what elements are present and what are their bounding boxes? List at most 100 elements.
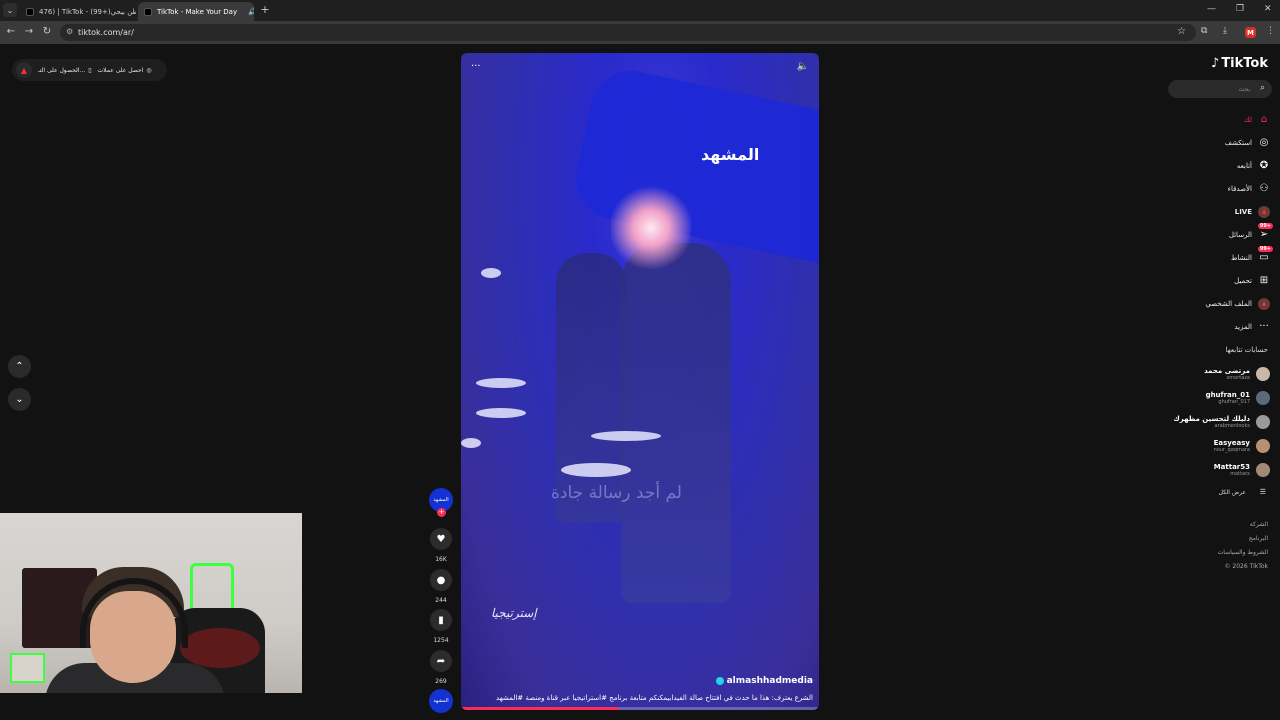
friends-icon: ⚇ xyxy=(1259,183,1269,194)
floor-light xyxy=(476,378,526,388)
video-player[interactable]: المشهد ··· 🔈 لم أجد رسالة جادة إسترتيجيا… xyxy=(461,53,819,710)
following-account[interactable]: ghufran_01 ghufran_017 xyxy=(1160,386,1270,410)
previous-video-button[interactable]: ⌃ xyxy=(8,355,31,378)
following-account[interactable]: دليلك لتحسين مظهرك arabmenlooks xyxy=(1160,410,1270,434)
floor-light xyxy=(476,408,526,418)
account-avatar xyxy=(1256,463,1270,477)
floor-light xyxy=(461,438,481,448)
chevron-up-icon: ⌃ xyxy=(15,361,24,372)
sidebar-item-friends[interactable]: الأصدقاء ⚇ xyxy=(1160,177,1270,200)
extensions-icon[interactable]: ⧉ xyxy=(1201,26,1207,36)
next-video-button[interactable]: ⌄ xyxy=(8,388,31,411)
browser-tab-1[interactable]: 476) | TikTok - (99+)وطن بيجي × xyxy=(20,2,136,21)
activity-badge: 99+ xyxy=(1257,245,1273,252)
address-bar[interactable]: ⚙ tiktok.com/ar/ ☆ xyxy=(60,24,1196,41)
tab-search-button[interactable]: ⌄ xyxy=(3,3,17,17)
profile-avatar[interactable]: M xyxy=(1245,27,1256,38)
save-button[interactable]: ▮ 1254 xyxy=(428,609,454,644)
browser-toolbar: ← → ↻ ⚙ tiktok.com/ar/ ☆ ⧉ ⤓ M ⋮ xyxy=(0,21,1280,44)
comment-button[interactable]: ● 244 xyxy=(428,569,454,604)
sidebar-footer: الشركة البرنامج الشروط والسياسات © 2026 … xyxy=(1218,521,1268,577)
home-icon: ⌂ xyxy=(1260,114,1268,125)
sidebar-item-live[interactable]: LIVE ▲ xyxy=(1160,200,1270,223)
forward-icon[interactable]: → xyxy=(23,26,35,37)
activity-icon: ▭ 99+ xyxy=(1257,245,1273,263)
video-author[interactable]: almashhadmedia xyxy=(715,676,813,686)
new-tab-button[interactable]: + xyxy=(259,3,271,16)
video-more-icon[interactable]: ··· xyxy=(471,61,481,72)
share-count: 269 xyxy=(435,678,447,685)
see-all-button[interactable]: عرض الكل xyxy=(1219,489,1246,496)
messages-badge: 99+ xyxy=(1257,222,1273,229)
close-window-button[interactable]: ✕ xyxy=(1264,4,1272,14)
sidebar-item-following[interactable]: أتابعه ✪ xyxy=(1160,154,1270,177)
minimize-button[interactable]: — xyxy=(1207,4,1216,14)
profile-icon: ▲ xyxy=(1258,297,1270,310)
video-progress-fill xyxy=(461,707,619,710)
maximize-button[interactable]: ❐ xyxy=(1236,4,1244,14)
footer-link-terms[interactable]: الشروط والسياسات xyxy=(1218,549,1268,563)
sidebar-item-messages[interactable]: الرسائل ➢ 99+ xyxy=(1160,222,1273,246)
more-icon: ··· xyxy=(1259,321,1269,332)
back-icon[interactable]: ← xyxy=(5,26,17,37)
get-coins-button[interactable]: احصل على عملات ◎ xyxy=(98,67,152,74)
tab-title: 476) | TikTok - (99+)وطن بيجي xyxy=(39,7,136,16)
light-flare xyxy=(611,183,691,273)
heart-icon: ♥ xyxy=(430,528,452,550)
sidebar-item-profile[interactable]: الملف الشخصي ▲ xyxy=(1160,292,1270,315)
bookmark-icon: ▮ xyxy=(430,609,452,631)
upload-icon: ⊞ xyxy=(1259,275,1269,286)
footer-link-company[interactable]: الشركة xyxy=(1218,521,1268,535)
account-avatar xyxy=(1256,391,1270,405)
sidebar-item-upload[interactable]: تحميل ⊞ xyxy=(1160,269,1270,292)
sidebar-item-more[interactable]: المزيد ··· xyxy=(1160,315,1270,338)
search-input[interactable]: بحث ⌕ xyxy=(1168,80,1272,98)
search-icon[interactable]: ⌕ xyxy=(1260,83,1265,93)
download-icon[interactable]: ⤓ xyxy=(1223,26,1227,36)
phone-icon: ▯ xyxy=(88,66,92,74)
browser-tab-2[interactable]: TikTok - Make Your Day 🔊 × xyxy=(138,2,254,21)
tiktok-coin-icon: ▲ xyxy=(16,62,32,78)
flag-shape xyxy=(568,63,819,273)
account-avatar xyxy=(1256,415,1270,429)
chevron-down-icon: ⌄ xyxy=(15,394,24,405)
following-account[interactable]: مرتضى محمد xmortaza xyxy=(1160,362,1270,386)
compass-icon: ◎ xyxy=(1259,137,1269,148)
audio-playing-icon[interactable]: 🔊 xyxy=(248,8,254,16)
bookmark-star-icon[interactable]: ☆ xyxy=(1177,26,1186,37)
site-info-icon[interactable]: ⚙ xyxy=(66,27,73,36)
sidebar-item-home[interactable]: لك ⌂ xyxy=(1160,108,1270,131)
music-disc[interactable]: المشهد xyxy=(428,689,454,713)
like-button[interactable]: ♥ 16K xyxy=(428,528,454,563)
sidebar-item-explore[interactable]: استكشف ◎ xyxy=(1160,131,1270,154)
channel-avatar[interactable]: المشهد + xyxy=(428,488,454,517)
tab-title: TikTok - Make Your Day xyxy=(157,7,238,16)
video-caption: الشرع يعترف: هذا ما حدث في افتتاح صالة ا… xyxy=(496,694,813,702)
volume-icon[interactable]: 🔈 xyxy=(797,61,809,72)
video-signature: إسترتيجيا xyxy=(491,606,537,620)
live-icon: ▲ xyxy=(1258,205,1270,218)
address-text: tiktok.com/ar/ xyxy=(78,28,134,37)
footer-copyright: © 2026 TikTok xyxy=(1224,563,1269,570)
follow-plus-icon[interactable]: + xyxy=(437,508,446,517)
following-account[interactable]: Mattar53 mattarx xyxy=(1160,458,1270,482)
following-list: مرتضى محمد xmortaza ghufran_01 ghufran_017… xyxy=(1160,362,1270,482)
video-progress-bar[interactable] xyxy=(461,707,819,710)
tiktok-favicon-icon xyxy=(26,7,34,16)
like-count: 16K xyxy=(435,556,447,563)
share-button[interactable]: ➦ 269 xyxy=(428,650,454,685)
following-account[interactable]: Easyeasy nour_qaqmara xyxy=(1160,434,1270,458)
list-icon: ☰ xyxy=(1259,488,1266,496)
save-count: 1254 xyxy=(433,637,449,644)
footer-link-program[interactable]: البرنامج xyxy=(1218,535,1268,549)
verified-icon xyxy=(715,677,724,685)
browser-menu-icon[interactable]: ⋮ xyxy=(1266,26,1275,36)
tiktok-logo[interactable]: ♪ TikTok xyxy=(1211,56,1268,71)
led-box xyxy=(10,653,45,683)
reload-icon[interactable]: ↻ xyxy=(41,26,53,37)
screen: ⌄ 476) | TikTok - (99+)وطن بيجي × TikTok… xyxy=(0,0,1280,720)
floor-light xyxy=(561,463,631,477)
sidebar-nav: لك ⌂ استكشف ◎ أتابعه ✪ الأصدقاء ⚇ LIVE ▲… xyxy=(1160,108,1273,338)
get-app-button[interactable]: الحصول على التـ... ▯ xyxy=(38,67,92,74)
sidebar-item-activity[interactable]: النشاط ▭ 99+ xyxy=(1160,245,1273,269)
